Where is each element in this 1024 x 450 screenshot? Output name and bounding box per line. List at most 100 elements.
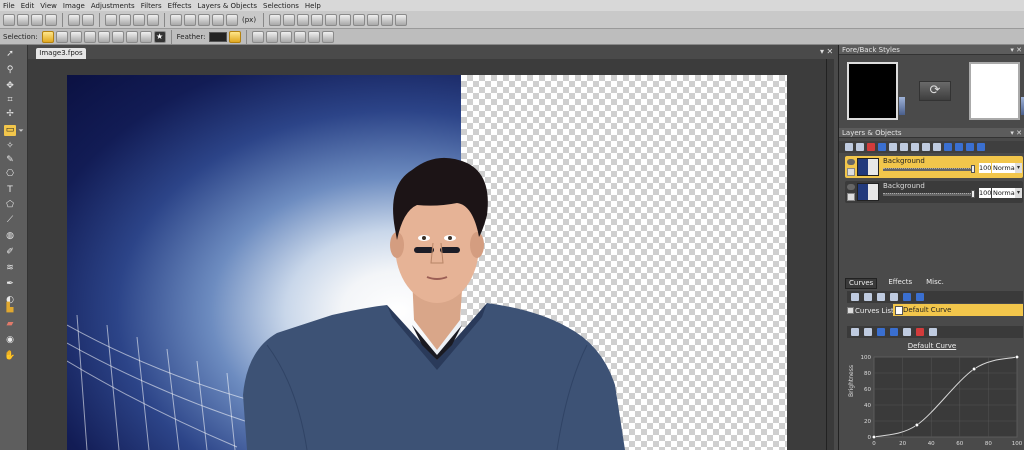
move-icon[interactable]: ✥ [4,81,16,92]
duplicate-layer-icon[interactable] [856,143,864,151]
star-icon[interactable]: ★ [153,30,166,43]
menu-adjustments[interactable]: Adjustments [91,2,135,10]
brush-icon[interactable]: ✎ [4,155,16,166]
chevron-down-icon[interactable]: ▾ [1015,188,1022,198]
crop-icon[interactable]: ⌗ [4,95,16,106]
transform-icon[interactable] [280,30,293,43]
paste-icon[interactable] [133,13,145,26]
mask-icon[interactable] [900,143,908,151]
layer-properties-icon[interactable] [878,143,886,151]
move-down-icon[interactable] [944,143,952,151]
curve-mode-icon[interactable] [864,328,872,336]
curve-add-point-icon[interactable] [903,328,911,336]
fg-style-picker-icon[interactable] [899,97,905,115]
layer-row[interactable]: Background 100 Normal ▾ [845,156,1023,178]
effects-icon[interactable] [395,13,408,26]
curve-control-point[interactable] [914,422,919,428]
paste-new-icon[interactable] [147,13,159,26]
curve-control-point[interactable] [972,366,977,372]
opacity-slider-knob[interactable] [971,165,975,173]
magic-wand-icon[interactable]: ✧ [4,141,16,152]
units-label[interactable]: (px) [242,16,256,24]
clone-icon[interactable]: ✐ [4,247,16,258]
curves-list-checkbox[interactable] [847,307,854,314]
antialias-icon[interactable] [252,30,265,43]
rect-select-icon[interactable]: ▭ [4,125,16,136]
channels-icon[interactable] [325,13,338,26]
curve-control-point[interactable] [1014,354,1020,360]
curve-select[interactable]: Default Curve [893,304,1023,316]
tab-effects[interactable]: Effects [885,278,915,289]
eye-icon[interactable] [847,159,855,165]
contrast-icon[interactable] [311,13,324,26]
menu-edit[interactable]: Edit [21,2,35,10]
feather-color-icon[interactable] [229,30,242,43]
move-bottom-icon[interactable] [966,143,974,151]
open-icon[interactable] [17,13,29,26]
eye-icon[interactable] [847,184,855,190]
curve-graph[interactable]: 0 20 40 60 80 100 0 20 40 60 80 100 Brightness [847,351,1024,450]
copy-icon[interactable] [119,13,131,26]
select-all-icon[interactable] [111,30,124,43]
menu-selections[interactable]: Selections [263,2,299,10]
save-as-icon[interactable] [45,13,57,26]
eraser-icon[interactable]: ▰ [4,319,16,330]
tool-flyout-icon[interactable] [18,129,24,132]
lock-icon[interactable] [922,143,930,151]
new-file-icon[interactable] [3,13,15,26]
flip-icon[interactable] [297,13,310,26]
layer-checkbox[interactable] [847,168,855,176]
hand-icon[interactable]: ✋ [4,351,16,362]
opacity-slider-knob[interactable] [971,190,975,198]
new-curve-icon[interactable] [851,293,859,301]
layer-checkbox[interactable] [847,193,855,201]
channel-icon[interactable] [877,328,885,336]
tab-misc[interactable]: Misc. [923,278,947,289]
red-eye-icon[interactable]: ◉ [4,335,16,346]
new-layer-icon[interactable] [845,143,853,151]
image-canvas[interactable] [67,75,787,450]
menu-image[interactable]: Image [63,2,85,10]
curve-delete-point-icon[interactable] [916,328,924,336]
copy-selection-icon[interactable] [308,30,321,43]
curve-down-icon[interactable] [916,293,924,301]
delete-layer-icon[interactable] [867,143,875,151]
fill-icon[interactable] [367,13,380,26]
curve-control-point[interactable] [871,434,877,440]
tab-curves[interactable]: Curves [845,278,878,289]
menu-filters[interactable]: Filters [141,2,162,10]
copy-curve-icon[interactable] [890,293,898,301]
smudge-icon[interactable]: ≋ [4,263,16,274]
document-close-icon[interactable]: ▾ ✕ [820,47,833,56]
move-up-icon[interactable] [955,143,963,151]
opacity-field[interactable]: 100 [979,188,991,198]
fill-tool-icon[interactable]: ◍ [4,231,16,242]
layer-row[interactable]: Background 100 Normal ▾ [845,181,1023,203]
intersect-selection-icon[interactable] [83,30,96,43]
pointer-icon[interactable]: ➚ [4,49,16,60]
undo-icon[interactable] [68,13,80,26]
bucket-icon[interactable]: ▙ [4,303,16,314]
background-color-swatch[interactable] [969,62,1020,120]
group-icon[interactable] [911,143,919,151]
save-curve-icon[interactable] [877,293,885,301]
blend-mode-select[interactable]: Normal [992,163,1016,173]
blend-mode-select[interactable]: Normal [992,188,1016,198]
text-icon[interactable]: T [4,185,16,196]
shape-icon[interactable]: ⬠ [4,200,16,211]
invert-selection-icon[interactable] [139,30,152,43]
cut-icon[interactable] [105,13,117,26]
gradient-icon[interactable] [339,13,352,26]
foreground-color-swatch[interactable] [847,62,898,120]
feather-input[interactable] [209,31,228,42]
guides-icon[interactable] [198,13,210,26]
picture-icon[interactable] [381,13,394,26]
merge-icon[interactable] [889,143,897,151]
eyedropper-icon[interactable]: ✒ [4,279,16,290]
stamp-icon[interactable]: ⎔ [4,169,16,180]
vertical-scrollbar[interactable] [826,59,834,450]
zoom-icon[interactable]: ⚲ [4,65,16,76]
menu-layers-objects[interactable]: Layers & Objects [197,2,257,10]
crop-selection-icon[interactable] [294,30,307,43]
line-icon[interactable]: ⟋ [4,215,16,226]
